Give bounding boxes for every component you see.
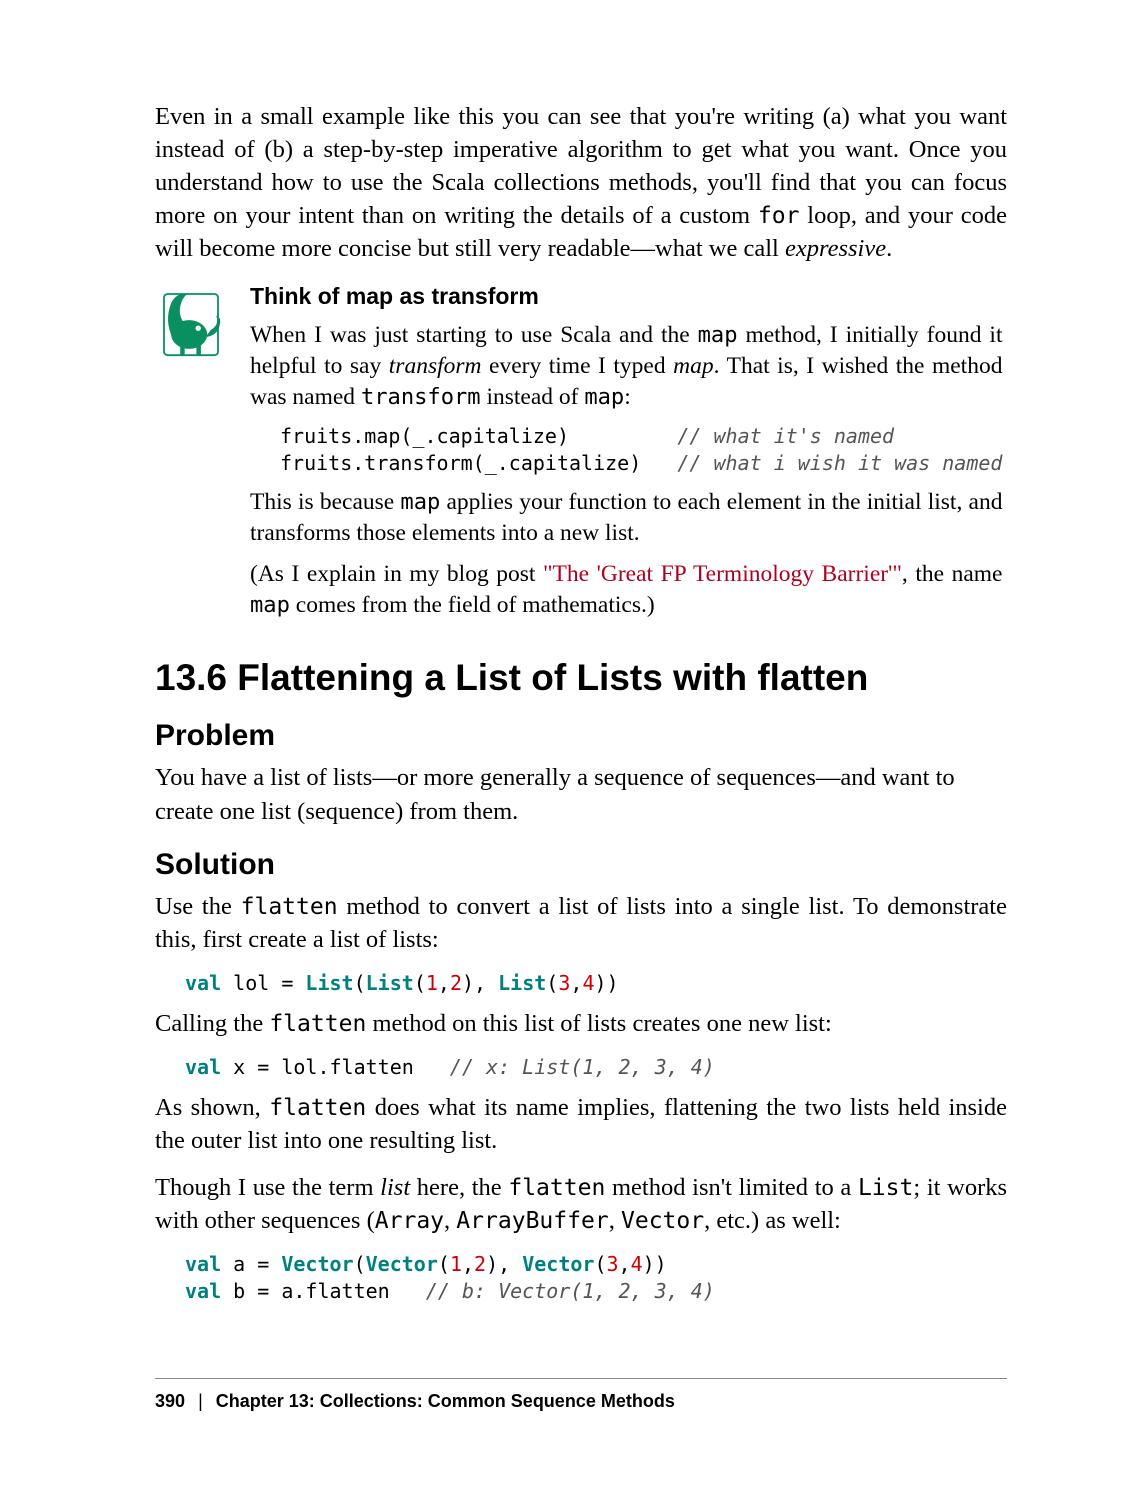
page-footer: 390 | Chapter 13: Collections: Common Se… xyxy=(155,1378,1007,1412)
inline-code: flatten xyxy=(508,1175,605,1201)
code-block-3: val a = Vector(Vector(1,2), Vector(3,4))… xyxy=(185,1251,1007,1305)
blog-link[interactable]: "The 'Great FP Terminology Barrier'" xyxy=(543,561,902,587)
solution-paragraph-2: Calling the flatten method on this list … xyxy=(155,1007,1007,1040)
inline-code: transform xyxy=(361,384,481,410)
inline-code: map xyxy=(584,384,624,410)
page-number: 390 xyxy=(155,1391,185,1411)
inline-code: map xyxy=(250,592,290,618)
chapter-label: Chapter 13: Collections: Common Sequence… xyxy=(216,1391,675,1411)
tip-icon xyxy=(155,283,250,362)
footer-sep: | xyxy=(198,1391,203,1411)
solution-heading: Solution xyxy=(155,848,1007,882)
inline-code: List xyxy=(858,1175,913,1201)
problem-paragraph: You have a list of lists—or more general… xyxy=(155,761,1007,827)
section-heading: 13.6 Flattening a List of Lists with fla… xyxy=(155,657,1007,699)
inline-code: flatten xyxy=(269,1095,366,1121)
inline-code: flatten xyxy=(269,1011,366,1037)
tip-paragraph-3: (As I explain in my blog post "The 'Grea… xyxy=(250,559,1002,621)
inline-code: map xyxy=(400,489,440,515)
intro-paragraph: Even in a small example like this you ca… xyxy=(155,100,1007,265)
problem-heading: Problem xyxy=(155,719,1007,753)
inline-code: Vector xyxy=(621,1208,704,1234)
tip-paragraph-2: This is because map applies your functio… xyxy=(250,487,1002,549)
tip-code-block: fruits.map(_.capitalize) // what it's na… xyxy=(280,423,1002,477)
inline-code: Array xyxy=(375,1208,444,1234)
emphasis: expressive xyxy=(785,235,886,262)
solution-paragraph-4: Though I use the term list here, the fla… xyxy=(155,1171,1007,1237)
tip-content: Think of map as transform When I was jus… xyxy=(250,283,1112,631)
solution-paragraph-1: Use the flatten method to convert a list… xyxy=(155,890,1007,956)
code-block-1: val lol = List(List(1,2), List(3,4)) xyxy=(185,970,1007,997)
inline-code: flatten xyxy=(241,894,338,920)
inline-code: for xyxy=(758,203,800,229)
solution-paragraph-3: As shown, flatten does what its name imp… xyxy=(155,1091,1007,1157)
page: Even in a small example like this you ca… xyxy=(0,0,1142,1500)
tip-callout: Think of map as transform When I was jus… xyxy=(155,283,1007,631)
inline-code: map xyxy=(698,322,738,348)
tip-paragraph-1: When I was just starting to use Scala an… xyxy=(250,320,1002,413)
text: . xyxy=(886,235,892,262)
code-block-2: val x = lol.flatten // x: List(1, 2, 3, … xyxy=(185,1054,1007,1081)
tip-title: Think of map as transform xyxy=(250,283,1002,310)
inline-code: ArrayBuffer xyxy=(456,1208,608,1234)
